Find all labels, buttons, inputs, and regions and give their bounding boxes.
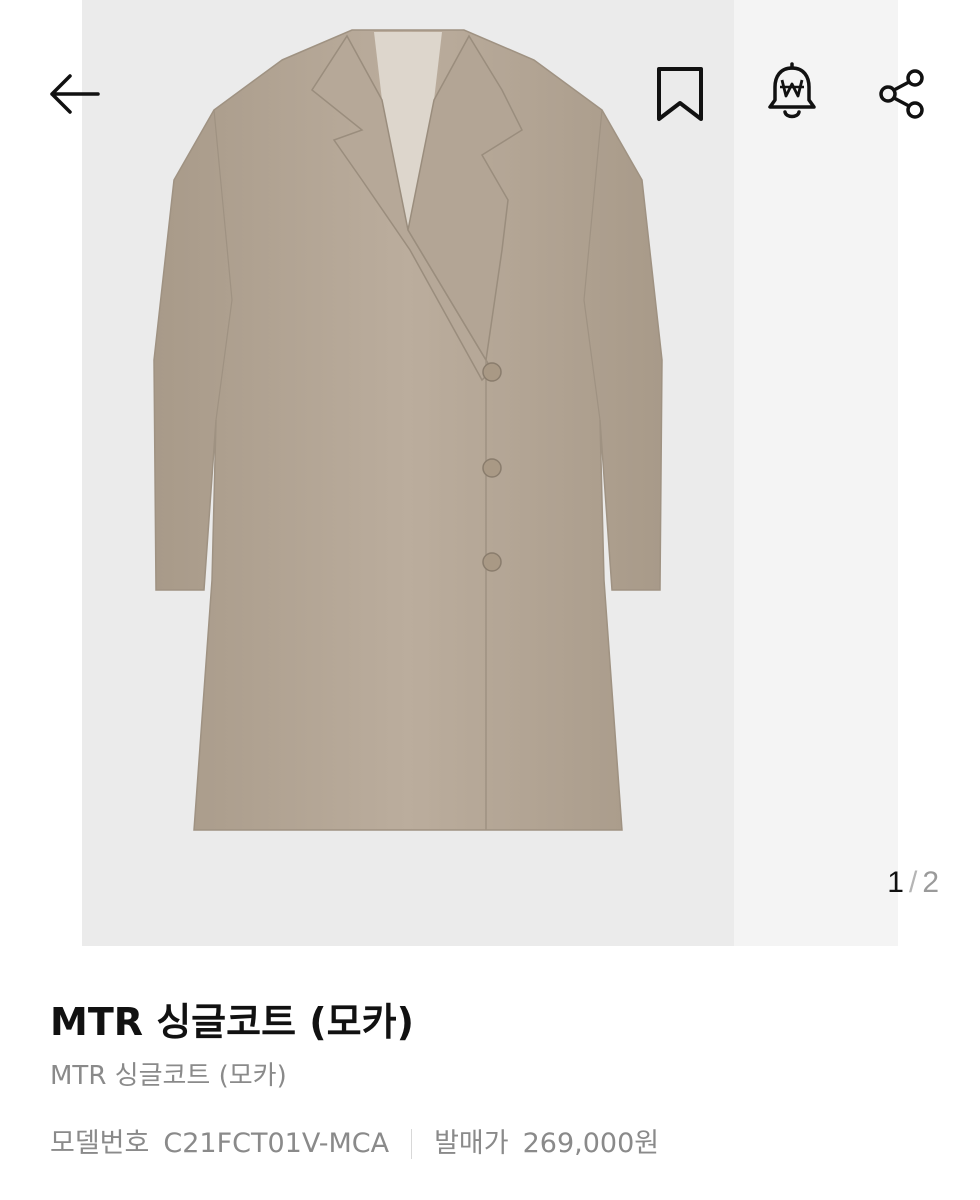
model-number-label: 모델번호 (50, 1128, 150, 1159)
bookmark-icon (657, 67, 703, 121)
arrow-left-icon (50, 74, 100, 114)
pager-separator: / (908, 866, 919, 899)
share-button[interactable] (866, 58, 938, 130)
coat-product-image (153, 29, 663, 831)
release-price-value: 269,000원 (522, 1128, 660, 1159)
back-button[interactable] (38, 58, 110, 130)
product-info: MTR 싱글코트 (모카) MTR 싱글코트 (모카) 모델번호 C21FCT0… (50, 996, 950, 1164)
bookmark-button[interactable] (644, 58, 716, 130)
price-alert-button[interactable] (756, 56, 828, 128)
product-image-gallery[interactable]: 1/2 (0, 0, 980, 946)
gallery-pager: 1/2 (887, 866, 940, 900)
model-number-value: C21FCT01V-MCA (163, 1128, 390, 1159)
product-title: MTR 싱글코트 (모카) (50, 1000, 414, 1044)
product-meta: 모델번호 C21FCT01V-MCA 발매가 269,000원 (50, 1124, 950, 1164)
won-bell-icon (768, 62, 816, 119)
release-price-label: 발매가 (434, 1128, 509, 1159)
meta-divider (411, 1129, 413, 1159)
pager-total: 2 (922, 866, 940, 899)
product-subtitle: MTR 싱글코트 (모카) (50, 1061, 287, 1091)
pager-current: 1 (887, 866, 905, 899)
share-icon (879, 69, 924, 119)
